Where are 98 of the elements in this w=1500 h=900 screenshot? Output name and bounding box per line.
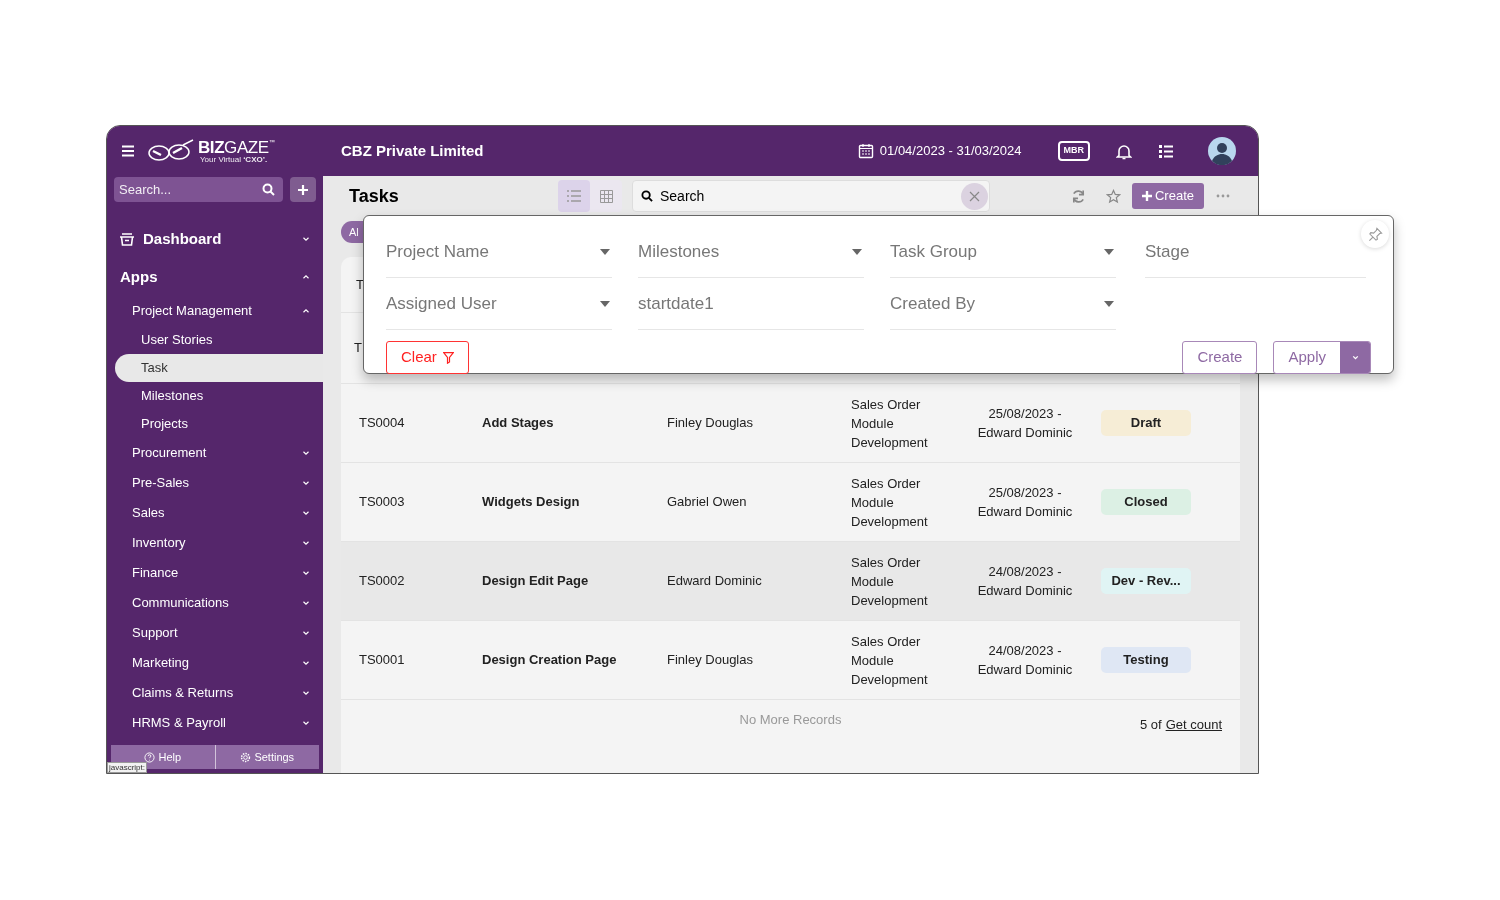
filter-field[interactable]: Stage xyxy=(1145,226,1366,278)
status-tag: Draft xyxy=(1101,410,1191,436)
table-cell-text: Edward Dominic xyxy=(977,424,1073,442)
column-header: T xyxy=(356,275,364,294)
sidebar-item[interactable]: Claims & Returns xyxy=(132,678,301,708)
sidebar-item[interactable]: Marketing xyxy=(132,648,301,678)
mbr-badge[interactable]: MBR xyxy=(1057,141,1090,161)
add-button[interactable] xyxy=(290,177,316,202)
pin-icon xyxy=(1367,226,1383,242)
status-tooltip: javascript: xyxy=(107,762,147,773)
dropdown-caret-icon[interactable] xyxy=(600,301,610,307)
sidebar-item[interactable]: Finance xyxy=(132,558,301,588)
chevron-down-icon xyxy=(1350,353,1360,362)
task-title[interactable]: Design Edit Page xyxy=(482,571,667,591)
filter-field[interactable]: Project Name xyxy=(386,226,612,278)
table-cell-text: Sales Order Module Development xyxy=(851,395,929,452)
refresh-icon[interactable] xyxy=(1070,188,1086,204)
gear-icon xyxy=(240,751,252,763)
filter-field[interactable]: startdate1 xyxy=(638,278,864,330)
table-cell-text: 25/08/2023 - xyxy=(988,405,1062,423)
avatar-icon[interactable] xyxy=(1208,137,1236,165)
table-cell-text: Edward Dominic xyxy=(977,582,1073,600)
company-name: CBZ Private Limited xyxy=(341,140,484,161)
table-cell-text: Finley Douglas xyxy=(667,651,754,670)
plus-icon xyxy=(1141,191,1152,201)
filter-chip[interactable]: Al xyxy=(341,221,364,243)
table-cell-text: 24/08/2023 - xyxy=(988,642,1062,660)
status-tag: Dev - Rev... xyxy=(1101,568,1191,594)
sidebar-item[interactable]: User Stories xyxy=(141,326,311,354)
dropdown-caret-icon[interactable] xyxy=(1104,301,1114,307)
table-cell-text: Sales Order Module Development xyxy=(851,553,929,610)
sidebar-item[interactable]: Sales xyxy=(132,498,301,528)
table-cell-text: Gabriel Owen xyxy=(667,493,748,512)
sidebar-item[interactable]: Dashboard xyxy=(143,220,301,258)
table-cell-text: Edward Dominic xyxy=(977,661,1073,679)
sidebar-item[interactable]: Communications xyxy=(132,588,301,618)
table-cell-text: Sales Order Module Development xyxy=(851,632,929,689)
eyes-logo-icon xyxy=(147,139,195,163)
search-field[interactable]: Search... xyxy=(114,177,283,202)
menu-icon[interactable] xyxy=(121,144,135,158)
sidebar-item[interactable]: Support xyxy=(132,618,301,648)
filter-field[interactable]: Milestones xyxy=(638,226,864,278)
star-icon[interactable] xyxy=(1105,188,1121,204)
settings-button[interactable]: Settings xyxy=(214,745,319,769)
brand-logo-text: BIZGAZE xyxy=(198,138,269,156)
sidebar-item[interactable]: Project Management xyxy=(132,296,301,326)
sidebar-item[interactable]: Apps xyxy=(120,258,301,296)
table-cell-text: Edward Dominic xyxy=(977,503,1073,521)
date-range[interactable]: 01/04/2023 - 31/03/2024 xyxy=(879,141,1022,161)
list-icon xyxy=(567,190,581,202)
clear-button[interactable]: Clear xyxy=(386,341,469,374)
close-icon xyxy=(969,190,980,202)
status-tag: Testing xyxy=(1101,647,1191,673)
dropdown-caret-icon[interactable] xyxy=(600,249,610,255)
status-tag: Closed xyxy=(1101,489,1191,515)
sidebar-item[interactable]: Procurement xyxy=(132,438,301,468)
page-title: Tasks xyxy=(349,184,400,208)
grid-icon xyxy=(599,189,613,203)
search-field[interactable]: Search xyxy=(632,180,990,212)
create-button[interactable]: Create xyxy=(1131,183,1204,209)
task-title[interactable]: Design Creation Page xyxy=(482,650,667,670)
filter-field[interactable]: Task Group xyxy=(890,226,1116,278)
help-icon xyxy=(144,751,156,763)
sidebar-item[interactable]: HRMS & Payroll xyxy=(132,708,301,738)
filter-field[interactable]: Assigned User xyxy=(386,278,612,330)
logo-tagline: Your Virtual ‘CXO’. xyxy=(200,155,269,164)
basket-icon xyxy=(119,231,135,247)
table-cell-text: T xyxy=(354,339,362,358)
filter-icon xyxy=(442,351,454,364)
table-cell-text: 25/08/2023 - xyxy=(988,484,1062,502)
table-cell-text: TS0004 xyxy=(358,414,406,433)
search-icon[interactable] xyxy=(262,183,275,196)
table-cell-text: Finley Douglas xyxy=(667,414,754,433)
record-count: 5 of xyxy=(1139,716,1162,734)
plus-icon xyxy=(298,184,308,195)
get-count-link[interactable]: Get count xyxy=(1165,715,1222,735)
table-cell-text: Edward Dominic xyxy=(667,572,763,591)
no-more-records-text: No More Records xyxy=(738,711,843,729)
bell-icon[interactable] xyxy=(1116,142,1132,160)
filter-field[interactable]: Created By xyxy=(890,278,1116,330)
table-cell-text: Sales Order Module Development xyxy=(851,474,929,531)
table-cell-text: TS0001 xyxy=(358,651,406,670)
create-filter-button[interactable]: Create xyxy=(1182,341,1258,374)
dropdown-caret-icon[interactable] xyxy=(1104,249,1114,255)
table-cell-text: 24/08/2023 - xyxy=(988,563,1062,581)
sidebar-item[interactable]: Pre-Sales xyxy=(132,468,301,498)
table-cell-text: TS0003 xyxy=(358,493,406,512)
sidebar-item[interactable]: Milestones xyxy=(141,382,311,410)
sidebar-item[interactable]: Projects xyxy=(141,410,311,438)
calendar-icon[interactable] xyxy=(857,143,874,159)
sidebar-item[interactable]: Inventory xyxy=(132,528,301,558)
search-icon xyxy=(641,190,653,202)
task-title[interactable]: Widgets Design xyxy=(482,492,667,512)
task-title[interactable]: Add Stages xyxy=(482,413,667,433)
table-cell-text: TS0002 xyxy=(358,572,406,591)
table-row[interactable]: TS0002 Design Edit Page Edward Dominic Sales Order Module Development 24/08/2023 - Edward Dominic Dev - Rev... xyxy=(341,542,1240,621)
dropdown-caret-icon[interactable] xyxy=(852,249,862,255)
checklist-icon[interactable] xyxy=(1158,143,1174,159)
